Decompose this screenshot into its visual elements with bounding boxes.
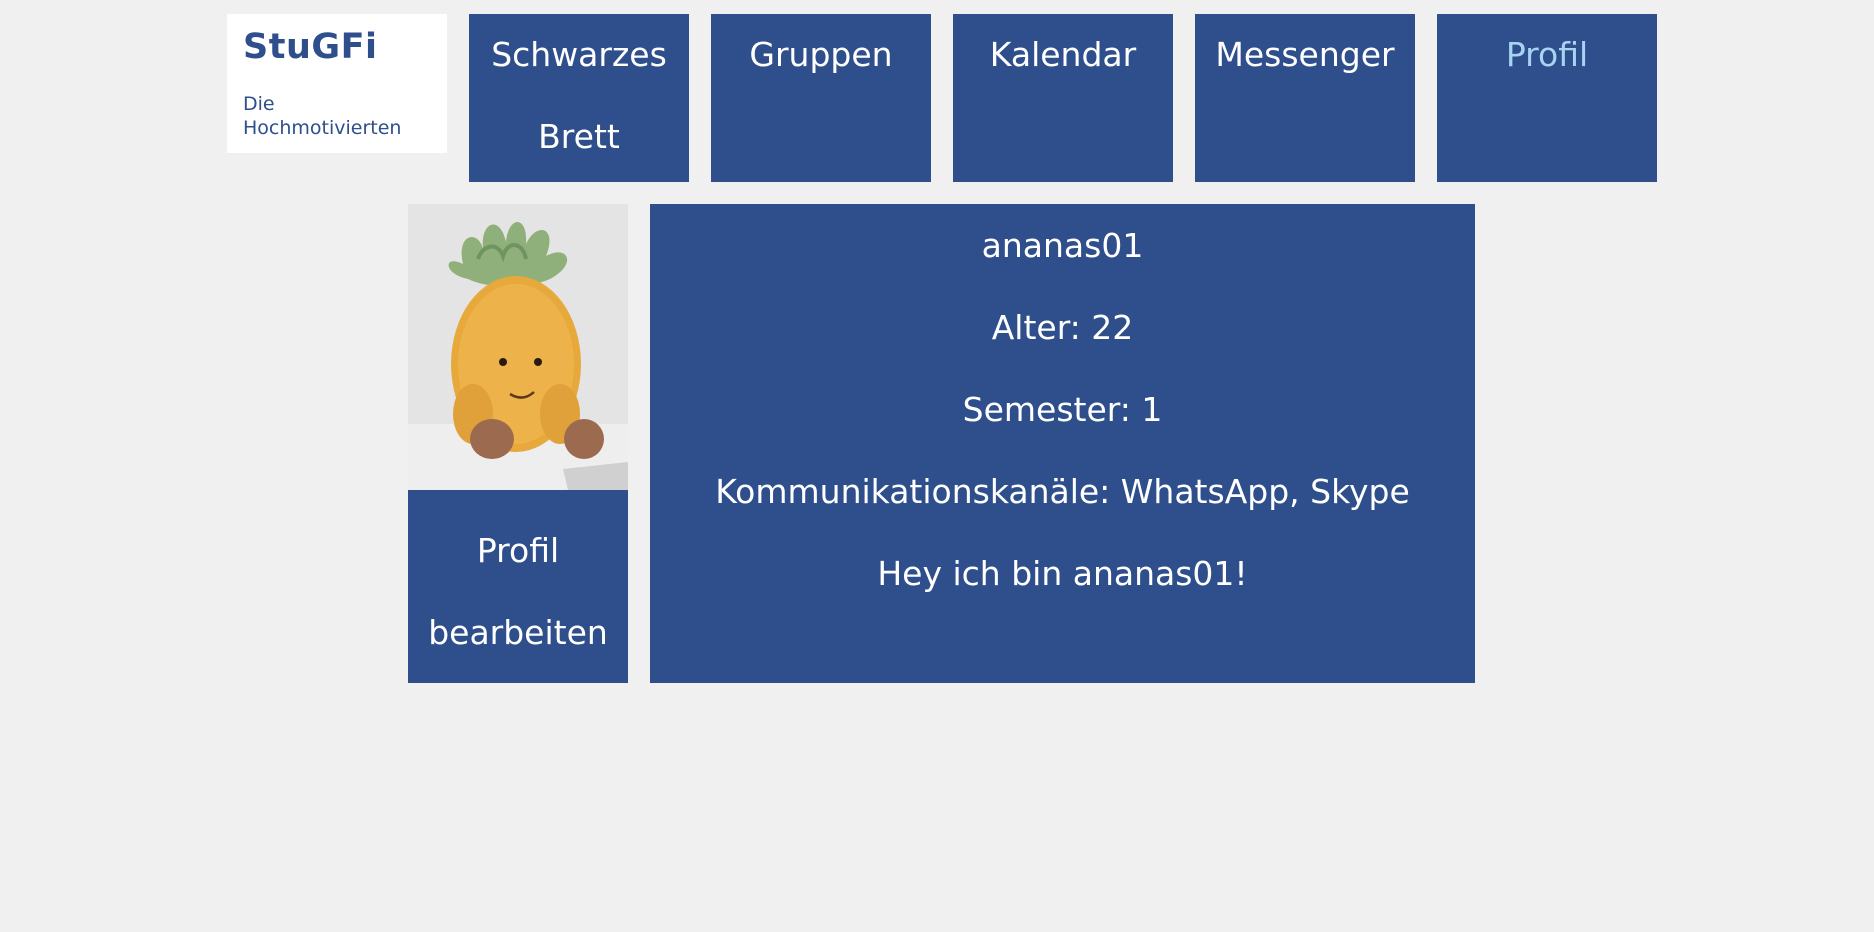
- nav-tab-kalendar[interactable]: Kalendar: [953, 14, 1173, 182]
- nav-tab-profil[interactable]: Profil: [1437, 14, 1657, 182]
- profile-avatar: [408, 204, 628, 490]
- nav-tab-label: Profil: [1505, 35, 1589, 74]
- profile-info-panel: ananas01 Alter: 22 Semester: 1 Kommunika…: [650, 204, 1475, 683]
- nav-tab-label: Kalendar: [989, 35, 1137, 74]
- nav-tab-gruppen[interactable]: Gruppen: [711, 14, 931, 182]
- nav-tab-label: Messenger: [1215, 35, 1395, 74]
- nav-tab-label: Gruppen: [749, 35, 893, 74]
- profile-age: Alter: 22: [991, 308, 1134, 347]
- nav-tab-label: Schwarzes Brett: [491, 35, 667, 156]
- profile-username: ananas01: [981, 226, 1144, 265]
- profile-semester: Semester: 1: [962, 390, 1163, 429]
- nav-tab-schwarzes-brett[interactable]: Schwarzes Brett: [469, 14, 689, 182]
- logo-title: StuGFi: [243, 27, 378, 67]
- edit-profile-label: Profil bearbeiten: [428, 531, 608, 652]
- logo[interactable]: StuGFi Die Hochmotivierten: [227, 14, 447, 153]
- logo-tagline: Die Hochmotivierten: [243, 93, 402, 139]
- profile-bio: Hey ich bin ananas01!: [877, 554, 1248, 593]
- profile-communication-channels: Kommunikationskanäle: WhatsApp, Skype: [715, 472, 1410, 511]
- edit-profile-button[interactable]: Profil bearbeiten: [408, 490, 628, 683]
- nav-tab-messenger[interactable]: Messenger: [1195, 14, 1415, 182]
- pineapple-plush-image: [408, 204, 628, 490]
